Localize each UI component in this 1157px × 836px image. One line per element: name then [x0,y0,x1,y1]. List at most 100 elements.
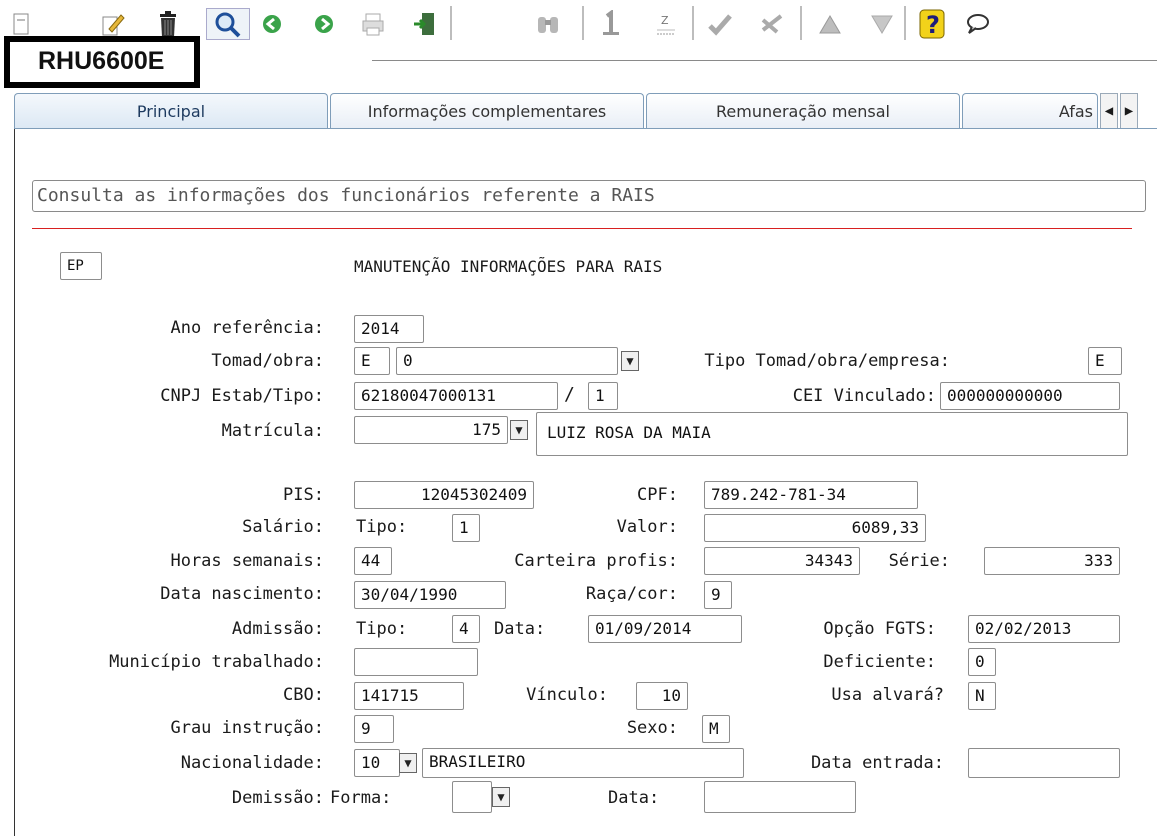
ano-referencia-field[interactable]: 2014 [354,315,424,343]
help-icon[interactable]: ? [916,8,948,40]
tab-remuneracao-mensal[interactable]: Remuneração mensal [646,93,960,129]
admissao-tipo-field[interactable]: 4 [452,615,480,643]
label-cnpj-estab-tipo: CNPJ Estab/Tipo: [160,386,324,406]
cpf-field[interactable]: 789.242-781-34 [704,481,918,509]
nacionalidade-desc-field: BRASILEIRO [422,748,744,778]
pis-field[interactable]: 12045302409 [354,481,534,509]
label-salario-valor: Valor: [616,517,678,537]
municipio-trabalhado-field[interactable] [354,648,478,676]
raca-cor-field[interactable]: 9 [704,581,732,609]
cnpj-separator: / [564,384,575,405]
label-admissao-data: Data: [494,619,546,639]
program-code: RHU6600E [4,36,200,88]
salario-valor-field[interactable]: 6089,33 [704,514,926,542]
label-cbo: CBO: [283,685,324,705]
up-icon[interactable] [814,8,846,40]
next-icon[interactable] [308,8,340,40]
label-admissao-tipo: Tipo: [356,619,408,639]
deficiente-field[interactable]: 0 [968,648,996,676]
exit-icon[interactable] [408,8,440,40]
label-sexo: Sexo: [626,718,678,738]
admissao-data-field[interactable]: 01/09/2014 [588,615,742,643]
svg-text:Z: Z [661,14,669,27]
demissao-data-field[interactable] [704,781,856,813]
nacionalidade-field[interactable]: 10 [354,749,400,777]
label-cei-vinculado: CEI Vinculado: [792,386,936,406]
down-icon[interactable] [866,8,898,40]
header-divider [32,228,1132,229]
tab-underline [14,128,1157,129]
ep-button[interactable]: EP [60,252,102,280]
cei-vinculado-field[interactable]: 000000000000 [940,382,1120,410]
label-matricula: Matrícula: [221,421,324,441]
label-grau-instrucao: Grau instrução: [170,718,324,738]
first-icon[interactable] [594,8,626,40]
confirm-icon[interactable] [704,8,736,40]
sexo-field[interactable]: M [702,715,730,743]
tab-afastamentos[interactable]: Afas [962,93,1098,129]
content-border [14,129,15,836]
zoom-icon[interactable]: Z [650,8,682,40]
label-tomad-obra: Tomad/obra: [211,351,324,371]
data-entrada-field[interactable] [968,748,1120,778]
serie-field[interactable]: 333 [984,547,1120,575]
vinculo-field[interactable]: 10 [636,682,688,710]
comment-icon[interactable] [962,8,994,40]
form-title: MANUTENÇÃO INFORMAÇÕES PARA RAIS [354,257,663,276]
label-horas-semanais: Horas semanais: [170,551,324,571]
print-icon[interactable] [358,8,390,40]
tab-scroll-left-icon[interactable]: ◀ [1100,93,1118,129]
title-divider [372,60,1157,61]
label-deficiente: Deficiente: [823,652,936,672]
cancel-icon[interactable] [756,8,788,40]
label-municipio-trabalhado: Município trabalhado: [109,652,324,672]
opcao-fgts-field[interactable]: 02/02/2013 [968,615,1120,643]
label-nacionalidade: Nacionalidade: [180,753,324,773]
tab-principal[interactable]: Principal [14,93,328,129]
label-usa-alvara: Usa alvará? [831,685,944,705]
label-opcao-fgts: Opção FGTS: [823,619,936,639]
cnpj-estab-field[interactable]: 62180047000131 [354,382,558,410]
search-icon[interactable] [206,8,250,40]
cbo-field[interactable]: 141715 [354,682,464,710]
program-description: Consulta as informações dos funcionários… [32,180,1146,212]
help-glyph: ? [926,11,940,39]
label-ano-referencia: Ano referência: [170,318,324,338]
label-salario-tipo: Tipo: [356,517,408,537]
label-raca-cor: Raça/cor: [585,584,678,604]
demissao-forma-dropdown-icon[interactable]: ▼ [492,787,510,807]
carteira-profis-field[interactable]: 34343 [704,547,860,575]
horas-semanais-field[interactable]: 44 [354,547,392,575]
binoculars-icon[interactable] [532,8,564,40]
label-salario: Salário: [242,517,324,537]
usa-alvara-field[interactable]: N [968,682,996,710]
previous-icon[interactable] [256,8,288,40]
label-demissao-forma: Forma: [330,788,392,808]
label-tipo-tomad-obra-empresa: Tipo Tomad/obra/empresa: [704,351,950,371]
cnpj-tipo-field[interactable]: 1 [588,382,618,410]
tipo-tomad-obra-empresa-field[interactable]: E [1088,347,1122,375]
grau-instrucao-field[interactable]: 9 [354,715,394,743]
tab-informacoes-complementares[interactable]: Informações complementares [330,93,644,129]
tomad-obra-dropdown-icon[interactable]: ▼ [621,351,639,371]
label-demissao: Demissão: [231,788,324,808]
label-data-nascimento: Data nascimento: [160,584,324,604]
tab-scroll-right-icon[interactable]: ▶ [1120,93,1138,129]
demissao-forma-field[interactable] [452,781,492,813]
label-cpf: CPF: [637,485,678,505]
nacionalidade-dropdown-icon[interactable]: ▼ [399,753,417,773]
label-demissao-data: Data: [608,788,660,808]
label-pis: PIS: [283,485,324,505]
label-carteira-profis: Carteira profis: [514,551,678,571]
data-nascimento-field[interactable]: 30/04/1990 [354,581,506,609]
label-vinculo: Vínculo: [526,685,608,705]
matricula-dropdown-icon[interactable]: ▼ [510,420,528,440]
label-data-entrada: Data entrada: [810,753,944,773]
label-admissao: Admissão: [231,619,324,639]
label-serie: Série: [888,551,950,571]
matricula-field[interactable]: 175 [354,416,508,444]
tomad-obra-field[interactable]: 0 [396,347,618,375]
tomad-obra-tipo-field[interactable]: E [354,347,390,375]
salario-tipo-field[interactable]: 1 [452,514,480,542]
funcionario-nome-field: LUIZ ROSA DA MAIA [536,412,1128,456]
